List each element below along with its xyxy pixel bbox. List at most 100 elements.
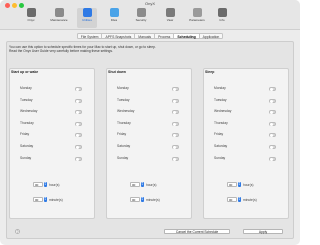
day-label-monday: Monday [214, 86, 226, 90]
chevron-down-icon: ▼ [238, 184, 241, 187]
hours-field-shut-down[interactable]: 00 [130, 182, 140, 187]
day-label-tuesday: Tuesday [214, 98, 227, 102]
toggle-start-up-or-wake-saturday[interactable] [75, 144, 82, 149]
hours-stepper-start-up-or-wake[interactable]: ▲ ▼ [43, 182, 47, 187]
toggle-shut-down-monday[interactable] [172, 86, 179, 91]
day-label-friday: Friday [117, 132, 127, 136]
toggle-sleep-thursday[interactable] [269, 121, 276, 126]
toggle-knob [76, 157, 80, 161]
toggle-sleep-monday[interactable] [269, 86, 276, 91]
toggle-start-up-or-wake-tuesday[interactable] [75, 98, 82, 103]
toggle-sleep-tuesday[interactable] [269, 98, 276, 103]
minutes-unit-label: minute(s) [146, 197, 160, 202]
tab-application[interactable]: Application [198, 33, 224, 39]
toolbar-item-label: Utilities [82, 18, 92, 22]
toggle-start-up-or-wake-sunday[interactable] [75, 156, 82, 161]
toggle-knob [270, 133, 274, 137]
help-button[interactable]: ? [15, 229, 20, 234]
toggle-sleep-saturday[interactable] [269, 144, 276, 149]
toolbar-item-parameters[interactable]: Parameters [187, 8, 207, 28]
toggle-knob [270, 87, 274, 91]
title-bar: OnyX Onyx Maintenance Utilities Files Securi… [0, 0, 300, 30]
toolbar-item-view[interactable]: View [160, 8, 180, 28]
toolbar-item-security[interactable]: Security [131, 8, 151, 28]
tab-process[interactable]: Process [154, 33, 174, 39]
toggle-start-up-or-wake-friday[interactable] [75, 132, 82, 137]
toggle-knob [76, 99, 80, 103]
toolbar-item-label: Security [135, 18, 147, 22]
hours-stepper-shut-down[interactable]: ▲ ▼ [140, 182, 144, 187]
toggle-sleep-sunday[interactable] [269, 156, 276, 161]
toggle-knob [173, 110, 177, 114]
toggle-knob [270, 110, 274, 114]
hours-stepper-sleep[interactable]: ▲ ▼ [237, 182, 241, 187]
hours-field-start-up-or-wake[interactable]: 00 [33, 182, 43, 187]
toggle-start-up-or-wake-monday[interactable] [75, 86, 82, 91]
gear-icon [82, 8, 92, 17]
minutes-stepper-shut-down[interactable]: ▲ ▼ [140, 197, 144, 202]
toggle-start-up-or-wake-thursday[interactable] [75, 121, 82, 126]
app-window: OnyX Onyx Maintenance Utilities Files Securi… [0, 0, 300, 245]
day-label-friday: Friday [214, 132, 224, 136]
chevron-down-icon: ▼ [141, 184, 144, 187]
info-icon [217, 8, 227, 17]
toggle-shut-down-sunday[interactable] [172, 156, 179, 161]
hours-field-sleep[interactable]: 00 [227, 182, 237, 187]
toggle-shut-down-tuesday[interactable] [172, 98, 179, 103]
toolbar-item-label: Maintenance [50, 18, 68, 22]
minutes-stepper-sleep[interactable]: ▲ ▼ [237, 197, 241, 202]
minutes-field-shut-down[interactable]: 00 [130, 197, 140, 202]
toolbar-item-maintenance[interactable]: Maintenance [49, 8, 69, 28]
sliders-icon [192, 8, 202, 17]
lock-icon [136, 8, 146, 17]
toggle-knob [270, 99, 274, 103]
toggle-knob [270, 122, 274, 126]
toggle-shut-down-wednesday[interactable] [172, 109, 179, 114]
toggle-shut-down-saturday[interactable] [172, 144, 179, 149]
cancel-schedule-button[interactable]: Cancel the Current Schedule [164, 229, 230, 234]
toolbar-item-label: Onyx [27, 18, 35, 22]
toggle-knob [76, 110, 80, 114]
toolbar-item-info[interactable]: Info [212, 8, 232, 28]
minutes-field-sleep[interactable]: 00 [227, 197, 237, 202]
wrench-icon [54, 8, 64, 17]
toggle-start-up-or-wake-wednesday[interactable] [75, 109, 82, 114]
chevron-down-icon: ▼ [238, 199, 241, 202]
column-title: Sleep [205, 70, 215, 74]
chevron-down-icon: ▼ [44, 199, 47, 202]
day-label-thursday: Thursday [214, 121, 228, 125]
toolbar-item-utilities[interactable]: Utilities [77, 8, 97, 28]
minutes-field-start-up-or-wake[interactable]: 00 [33, 197, 43, 202]
tab-manuals[interactable]: Manuals [134, 33, 155, 39]
day-label-tuesday: Tuesday [20, 98, 33, 102]
toolbar-item-files[interactable]: Files [104, 8, 124, 28]
toggle-sleep-wednesday[interactable] [269, 109, 276, 114]
folder-icon [109, 8, 119, 17]
eye-icon [165, 8, 175, 17]
window-title: OnyX [144, 1, 155, 6]
toggle-sleep-friday[interactable] [269, 132, 276, 137]
tab-file-system[interactable]: File System [76, 33, 102, 39]
day-label-friday: Friday [20, 132, 30, 136]
day-label-sunday: Sunday [20, 156, 32, 160]
chevron-down-icon: ▼ [44, 184, 47, 187]
toggle-knob [76, 122, 80, 126]
toolbar-item-onyx[interactable]: Onyx [21, 8, 41, 28]
day-label-sunday: Sunday [117, 156, 129, 160]
minutes-stepper-start-up-or-wake[interactable]: ▲ ▼ [43, 197, 47, 202]
minutes-unit-label: minute(s) [243, 197, 257, 202]
day-label-wednesday: Wednesday [20, 109, 38, 113]
description-line-2: Read the Onyx User Guide very carefully … [9, 49, 113, 53]
tab-scheduling[interactable]: Scheduling [173, 33, 199, 39]
day-label-wednesday: Wednesday [117, 109, 135, 113]
toggle-knob [270, 157, 274, 161]
toggle-knob [173, 157, 177, 161]
scheduling-description: You can use this option to schedule spec… [9, 45, 289, 53]
hours-unit-label: hour(s) [49, 182, 60, 187]
tab-apfs-snapshots[interactable]: APFS Snapshots [101, 33, 135, 39]
toggle-shut-down-thursday[interactable] [172, 121, 179, 126]
day-label-thursday: Thursday [20, 121, 34, 125]
toggle-shut-down-friday[interactable] [172, 132, 179, 137]
apply-button[interactable]: Apply [243, 229, 283, 234]
toggle-knob [76, 87, 80, 91]
